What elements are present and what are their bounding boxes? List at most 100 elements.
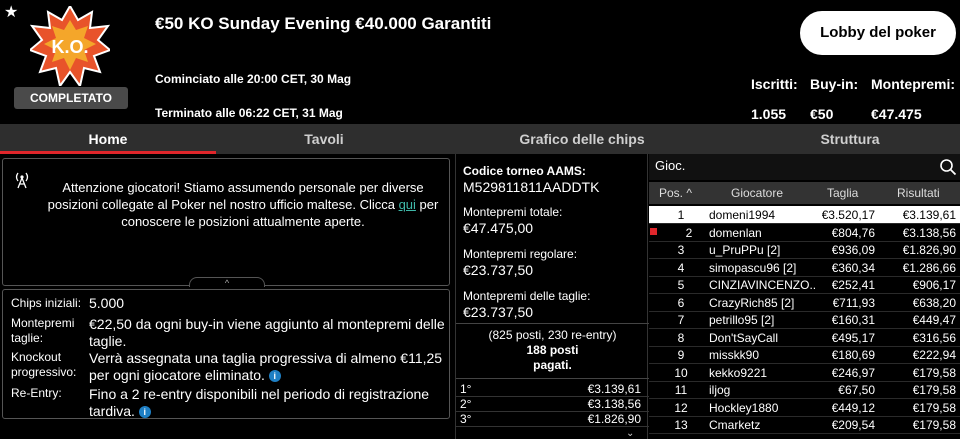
column-results[interactable]: Risultati — [897, 186, 940, 200]
table-row[interactable]: 11 iljog €67,50 €179,58 — [649, 381, 960, 399]
cell-result: €1.826,90 — [902, 243, 956, 257]
cell-bounty: €3.520,17 — [821, 208, 875, 222]
cell-player: iljog — [709, 383, 731, 397]
prize-panel: Codice torneo AAMS: M529811811AADDTK Mon… — [455, 154, 649, 439]
tab-home[interactable]: Home — [0, 124, 216, 154]
info-icon[interactable]: i — [138, 406, 151, 419]
tab-tables[interactable]: Tavoli — [216, 124, 432, 154]
table-row[interactable]: 10 kekko9221 €246,97 €179,58 — [649, 364, 960, 382]
ko-logo: K.O. — [30, 6, 110, 86]
buyin-value: €50 — [810, 106, 834, 122]
sort-asc-icon: ^ — [686, 186, 692, 200]
notice-text-start: Attenzione giocatori! Stiamo assumendo p… — [47, 180, 424, 212]
cell-bounty: €495,17 — [831, 330, 875, 345]
cell-position: 9 — [677, 348, 685, 362]
lobby-button[interactable]: Lobby del poker — [800, 11, 956, 55]
info-label: Re-Entry: — [11, 386, 62, 400]
table-row[interactable]: 13 Cmarketz €209,54 €179,58 — [649, 416, 960, 434]
collapse-toggle[interactable]: ^ — [189, 277, 265, 288]
cell-player: CrazyRich85 [2] — [709, 295, 795, 310]
cell-player: petrillo95 [2] — [709, 313, 775, 327]
prizepool-label: Montepremi: — [871, 76, 955, 92]
buyin-label: Buy-in: — [810, 76, 859, 92]
cell-bounty: €711,93 — [832, 295, 876, 310]
payout-place: 1° — [460, 382, 472, 396]
tournament-title: €50 KO Sunday Evening €40.000 Garantiti — [155, 14, 492, 33]
tournament-info: Chips iniziali: 5.000 Montepremi taglie:… — [2, 289, 450, 419]
tab-chip-graph[interactable]: Grafico delle chips — [470, 124, 694, 154]
cell-position: 4 — [677, 260, 685, 275]
table-row[interactable]: 12 Hockley1880 €449,12 €179,58 — [649, 399, 960, 417]
payout-places: 188 posti — [526, 343, 579, 357]
info-icon[interactable]: i — [268, 370, 281, 383]
cell-position: 10 — [674, 365, 688, 380]
cell-bounty: €209,54 — [831, 418, 875, 432]
column-pos[interactable]: Pos. ^ — [659, 186, 692, 200]
table-row[interactable]: 2 domenlan €804,76 €3.138,56 — [649, 224, 960, 242]
payout-entries: (825 posti, 230 re-entry) — [488, 328, 617, 342]
column-pos-label: Pos. — [659, 186, 684, 200]
cell-position: 13 — [674, 418, 688, 432]
payout-row: 3° €1.826,90 — [456, 412, 649, 427]
total-prize-label: Montepremi totale: — [463, 205, 563, 219]
cell-bounty: €360,34 — [831, 260, 875, 275]
cell-player: Hockley1880 — [709, 400, 779, 415]
table-row[interactable]: 5 CINZIAVINCENZO... €252,41 €906,17 — [649, 276, 960, 294]
notice-message: Attenzione giocatori! Stiamo assumendo p… — [43, 179, 443, 230]
info-value-text: Verrà assegnata una taglia progressiva d… — [89, 350, 443, 383]
aams-code-label: Codice torneo AAMS: — [463, 164, 586, 178]
cell-result: €449,47 — [912, 313, 956, 327]
cell-player: CINZIAVINCENZO... — [709, 278, 817, 292]
star-icon[interactable]: ★ — [4, 2, 18, 22]
table-row[interactable]: 8 Don'tSayCall €495,17 €316,56 — [649, 329, 960, 347]
cell-bounty: €160,31 — [831, 313, 875, 327]
table-row[interactable]: 7 petrillo95 [2] €160,31 €449,47 — [649, 311, 960, 329]
regular-prize-label: Montepremi regolare: — [463, 247, 578, 261]
regular-prize: Montepremi regolare: €23.737,50 — [463, 247, 577, 279]
table-row[interactable]: 9 misskk90 €180,69 €222,94 — [649, 346, 960, 364]
column-bounty[interactable]: Taglia — [827, 186, 858, 200]
info-value: Fino a 2 re-entry disponibili nel period… — [89, 386, 449, 420]
table-row[interactable]: 6 CrazyRich85 [2] €711,93 €638,20 — [649, 294, 960, 312]
bounty-prize-value: €23.737,50 — [463, 304, 534, 320]
prizepool-value: €47.475 — [871, 106, 922, 122]
status-badge: COMPLETATO — [14, 87, 128, 109]
table-row[interactable]: 1 domeni1994 €3.520,17 €3.139,61 — [649, 206, 960, 224]
payout-amount: €3.138,56 — [587, 397, 641, 411]
divider — [456, 323, 649, 324]
chevron-down-icon[interactable]: ⌄ — [626, 428, 634, 439]
cell-result: €638,20 — [912, 295, 956, 310]
active-tab-indicator — [0, 151, 216, 154]
table-row[interactable]: 4 simopascu96 [2] €360,34 €1.286,66 — [649, 259, 960, 277]
cell-position: 6 — [677, 295, 685, 310]
cell-result: €906,17 — [912, 278, 956, 292]
svg-text:K.O.: K.O. — [51, 37, 88, 57]
regular-prize-value: €23.737,50 — [463, 262, 534, 278]
cell-player: simopascu96 [2] — [709, 260, 797, 275]
cell-position: 12 — [674, 400, 688, 415]
cell-result: €179,58 — [912, 365, 956, 380]
cell-player: misskk90 — [709, 348, 760, 362]
bounty-prize: Montepremi delle taglie: €23.737,50 — [463, 289, 590, 321]
payout-amount: €1.826,90 — [587, 412, 641, 426]
cell-position: 2 — [685, 225, 693, 240]
cell-bounty: €449,12 — [831, 400, 875, 415]
tab-structure[interactable]: Struttura — [740, 124, 960, 154]
cell-position: 8 — [677, 330, 685, 345]
total-prize: Montepremi totale: €47.475,00 — [463, 205, 562, 237]
table-header: Pos. ^ Giocatore Taglia Risultati — [649, 182, 960, 204]
cell-position: 11 — [674, 383, 688, 397]
table-row[interactable]: 3 u_PruPPu [2] €936,09 €1.826,90 — [649, 241, 960, 259]
cell-player: kekko9221 — [709, 365, 768, 380]
cell-position: 1 — [677, 208, 685, 222]
jobs-link[interactable]: qui — [399, 197, 416, 212]
search-icon[interactable] — [939, 158, 957, 176]
end-time: Terminato alle 06:22 CET, 31 Mag — [155, 106, 343, 120]
bounty-prize-label: Montepremi delle taglie: — [463, 289, 591, 303]
cell-result: €3.139,61 — [902, 208, 956, 222]
column-player[interactable]: Giocatore — [731, 186, 783, 200]
player-search[interactable]: Gioc. — [649, 154, 960, 180]
cell-bounty: €246,97 — [831, 365, 875, 380]
payout-place: 2° — [460, 397, 472, 411]
entrants-label: Iscritti: — [751, 76, 798, 92]
